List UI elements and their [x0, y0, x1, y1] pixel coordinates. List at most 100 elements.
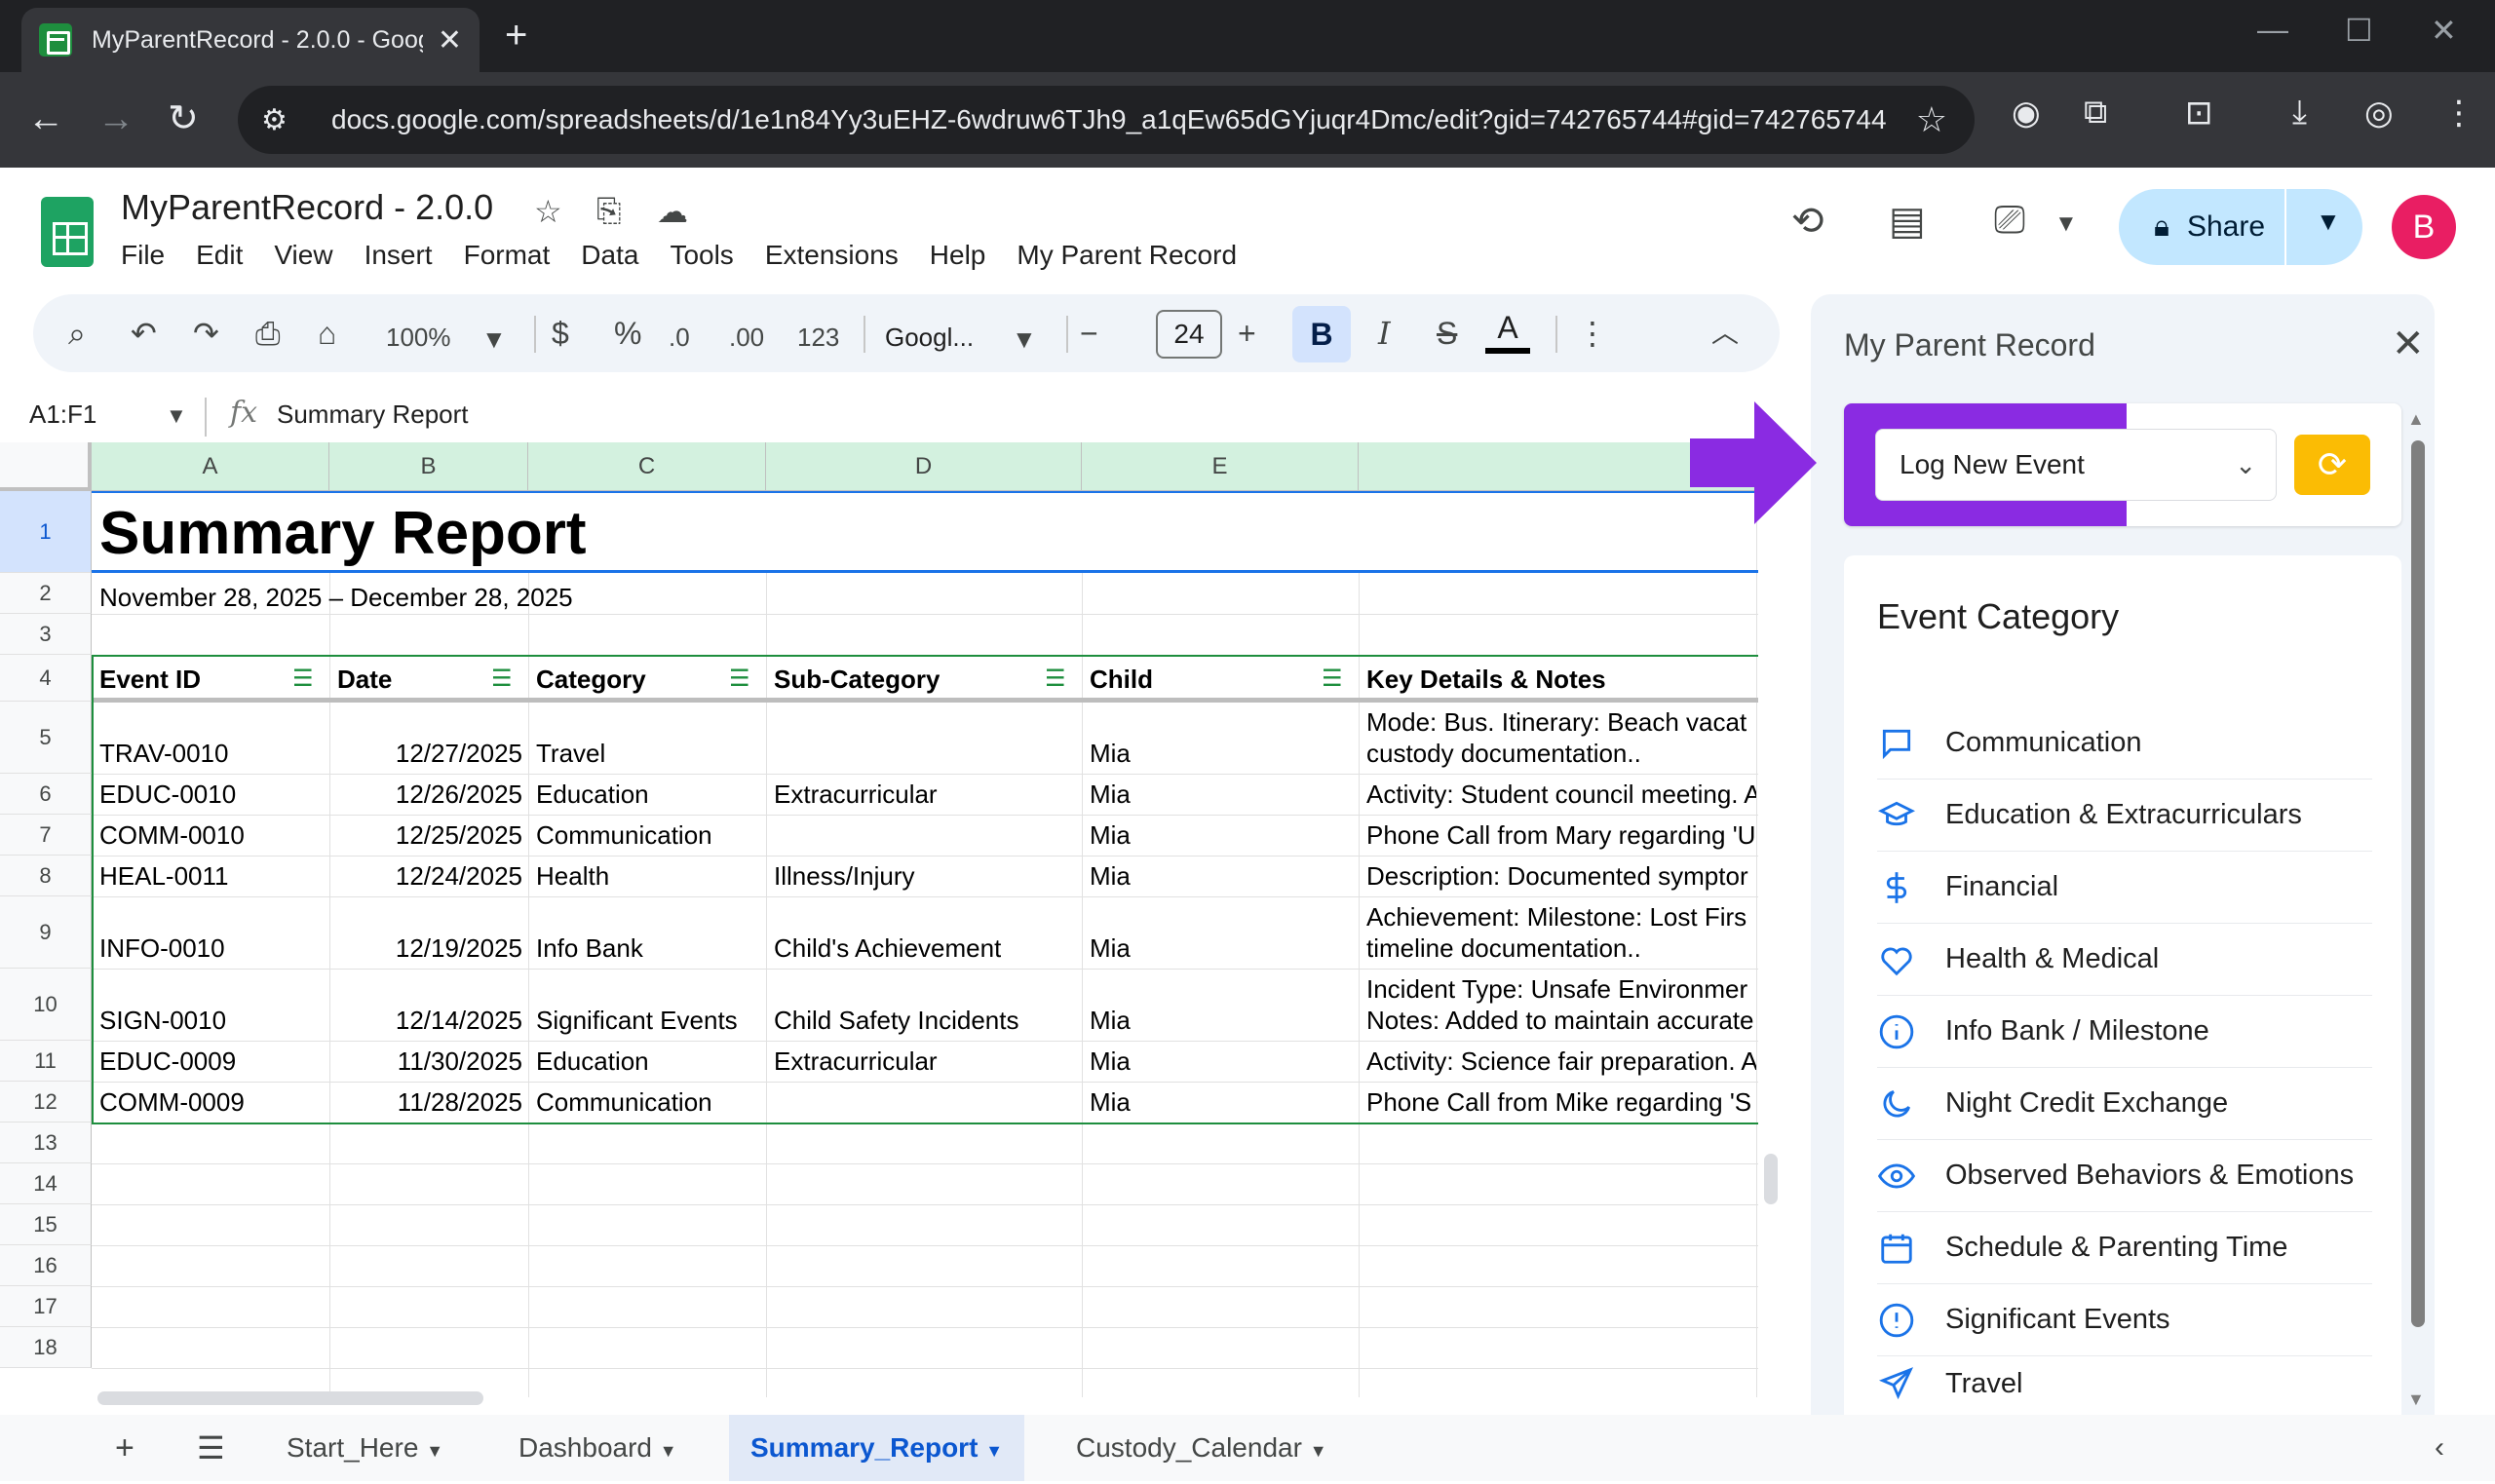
category-communication[interactable]: Communication	[1877, 707, 2372, 780]
cell-notes[interactable]: Phone Call from Mike regarding 'S	[1366, 1087, 1756, 1118]
avatar[interactable]: B	[2392, 195, 2456, 259]
row-header[interactable]: 8	[0, 856, 92, 896]
cell-event-id[interactable]: EDUC-0009	[99, 1046, 236, 1077]
menu-edit[interactable]: Edit	[196, 240, 243, 271]
cell-category[interactable]: Communication	[536, 1087, 712, 1118]
tab-custody-calendar[interactable]: Custody_Calendar ▼	[1055, 1415, 1349, 1481]
filter-icon[interactable]: ☰	[491, 665, 513, 693]
row-header[interactable]: 7	[0, 815, 92, 856]
cell-date[interactable]: 11/30/2025	[337, 1046, 522, 1077]
collapse-toolbar-icon[interactable]: ︿	[1711, 316, 1739, 351]
row-header[interactable]: 1	[0, 491, 92, 573]
cell-notes[interactable]: Achievement: Milestone: Lost Firs	[1366, 902, 1756, 932]
cell-date[interactable]: 12/27/2025	[337, 739, 522, 769]
category-info-bank[interactable]: Info Bank / Milestone	[1877, 996, 2372, 1068]
column-header-b[interactable]: B	[329, 442, 528, 491]
menu-file[interactable]: File	[121, 240, 165, 271]
add-sheet-icon[interactable]: +	[94, 1415, 156, 1481]
cell-date[interactable]: 12/19/2025	[337, 933, 522, 964]
cell-category[interactable]: Education	[536, 780, 649, 810]
row-header[interactable]: 12	[0, 1082, 92, 1123]
vertical-scrollbar[interactable]	[1764, 1154, 1778, 1204]
header-key-details[interactable]: Key Details & Notes	[1366, 665, 1606, 695]
menu-view[interactable]: View	[274, 240, 332, 271]
category-health[interactable]: Health & Medical	[1877, 924, 2372, 996]
menu-insert[interactable]: Insert	[365, 240, 433, 271]
cell-sub-category[interactable]: Child's Achievement	[774, 933, 1001, 964]
redo-icon[interactable]: ↷	[193, 316, 219, 351]
cell-notes[interactable]: Phone Call from Mary regarding 'U	[1366, 820, 1756, 851]
back-icon[interactable]: ←	[27, 97, 64, 140]
more-formats-button[interactable]: 123	[797, 320, 839, 355]
tab-search-icon[interactable]: ⊡	[2185, 94, 2213, 133]
cell-category[interactable]: Travel	[536, 739, 605, 769]
header-child[interactable]: Child	[1090, 665, 1153, 695]
cell-date[interactable]: 12/14/2025	[337, 1006, 522, 1036]
panel-scroll-up-icon[interactable]: ▲	[2407, 409, 2425, 430]
name-box[interactable]: A1:F1	[29, 400, 96, 430]
column-header-e[interactable]: E	[1082, 442, 1359, 491]
column-header-d[interactable]: D	[766, 442, 1082, 491]
menu-my-parent-record[interactable]: My Parent Record	[1017, 240, 1237, 271]
window-close-icon[interactable]: ✕	[2431, 12, 2457, 49]
cell-area[interactable]: Summary Report November 28, 2025 – Decem…	[92, 491, 1758, 1397]
extensions-puzzle-icon[interactable]: ⧉	[2084, 94, 2107, 132]
cell-notes[interactable]: Incident Type: Unsafe Environmer	[1366, 974, 1756, 1005]
side-panel-toggle-icon[interactable]: ‹	[2413, 1415, 2466, 1481]
category-travel[interactable]: Travel	[1877, 1356, 2372, 1411]
row-header[interactable]: 6	[0, 774, 92, 815]
header-category[interactable]: Category	[536, 665, 646, 695]
percent-format-button[interactable]: %	[614, 316, 641, 351]
url-text[interactable]: docs.google.com/spreadsheets/d/1e1n84Yy3…	[331, 104, 1887, 135]
browser-tab-active[interactable]: MyParentRecord - 2.0.0 - Googl ✕	[21, 8, 480, 72]
print-icon[interactable]: ⎙	[255, 316, 281, 351]
formula-input[interactable]: Summary Report	[277, 400, 469, 430]
row-header[interactable]: 9	[0, 896, 92, 969]
date-range-cell[interactable]: November 28, 2025 – December 28, 2025	[99, 583, 573, 613]
refresh-button[interactable]: ⟳	[2294, 435, 2370, 495]
category-schedule[interactable]: Schedule & Parenting Time	[1877, 1212, 2372, 1284]
menu-data[interactable]: Data	[581, 240, 638, 271]
row-header[interactable]: 18	[0, 1327, 92, 1368]
cell-child[interactable]: Mia	[1090, 861, 1131, 892]
category-observed-behaviors[interactable]: Observed Behaviors & Emotions	[1877, 1140, 2372, 1212]
row-header[interactable]: 2	[0, 573, 92, 614]
panel-scrollbar[interactable]	[2411, 440, 2425, 1327]
font-select[interactable]: Googl...	[885, 320, 974, 355]
font-size-increase-icon[interactable]: +	[1238, 316, 1256, 351]
font-caret-icon[interactable]: ▼	[1012, 322, 1037, 357]
category-night-credit[interactable]: Night Credit Exchange	[1877, 1068, 2372, 1140]
row-header[interactable]: 16	[0, 1245, 92, 1286]
row-header[interactable]: 10	[0, 969, 92, 1041]
star-icon[interactable]: ☆	[534, 193, 562, 230]
log-event-select[interactable]: Log New Event ⌄	[1875, 429, 2277, 501]
cell-child[interactable]: Mia	[1090, 1006, 1131, 1036]
cell-child[interactable]: Mia	[1090, 780, 1131, 810]
tab-close-icon[interactable]: ✕	[438, 23, 462, 57]
filter-icon[interactable]: ☰	[292, 665, 314, 693]
menu-extensions[interactable]: Extensions	[765, 240, 899, 271]
cell-child[interactable]: Mia	[1090, 1046, 1131, 1077]
cell-sub-category[interactable]: Extracurricular	[774, 1046, 938, 1077]
select-all-corner[interactable]	[0, 442, 92, 491]
category-financial[interactable]: Financial	[1877, 852, 2372, 924]
address-bar[interactable]: ⚙ docs.google.com/spreadsheets/d/1e1n84Y…	[238, 86, 1975, 154]
all-sheets-icon[interactable]: ☰	[175, 1415, 247, 1481]
more-options-icon[interactable]: ⋮	[1577, 316, 1608, 351]
cell-event-id[interactable]: HEAL-0011	[99, 861, 229, 892]
tab-dashboard[interactable]: Dashboard ▼	[497, 1415, 699, 1481]
column-header-c[interactable]: C	[528, 442, 766, 491]
document-title[interactable]: MyParentRecord - 2.0.0	[121, 187, 493, 228]
cell-category[interactable]: Education	[536, 1046, 649, 1077]
font-size-decrease-icon[interactable]: −	[1080, 316, 1098, 351]
tab-summary-report[interactable]: Summary_Report ▼	[729, 1415, 1025, 1481]
meet-caret-icon[interactable]: ▼	[2054, 210, 2078, 238]
row-header[interactable]: 3	[0, 614, 92, 655]
bold-button[interactable]: B	[1292, 306, 1351, 362]
name-box-caret-icon[interactable]: ▼	[166, 403, 187, 429]
menu-help[interactable]: Help	[930, 240, 986, 271]
close-icon[interactable]: ✕	[2392, 322, 2425, 366]
filter-icon[interactable]: ☰	[729, 665, 750, 693]
cell-category[interactable]: Health	[536, 861, 609, 892]
reload-icon[interactable]: ↻	[168, 97, 199, 140]
